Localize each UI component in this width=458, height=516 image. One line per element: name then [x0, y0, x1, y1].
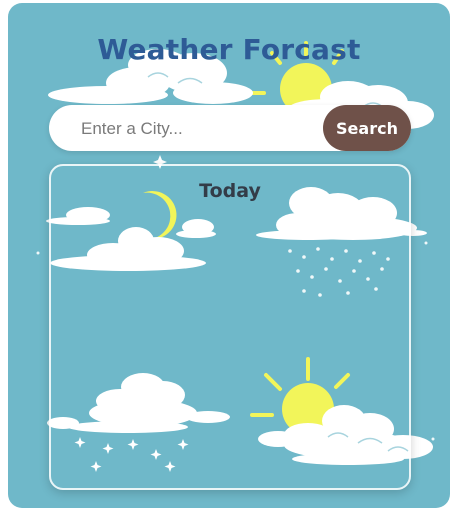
search-button[interactable]: Search	[323, 105, 411, 151]
card-title: Today	[199, 180, 261, 202]
today-forecast-card: Today	[49, 164, 411, 490]
weather-app: Weather Forcast Search Today	[8, 3, 450, 508]
app-title: Weather Forcast	[97, 33, 361, 66]
city-search-input[interactable]	[79, 105, 318, 153]
search-bar: Search	[49, 105, 411, 153]
